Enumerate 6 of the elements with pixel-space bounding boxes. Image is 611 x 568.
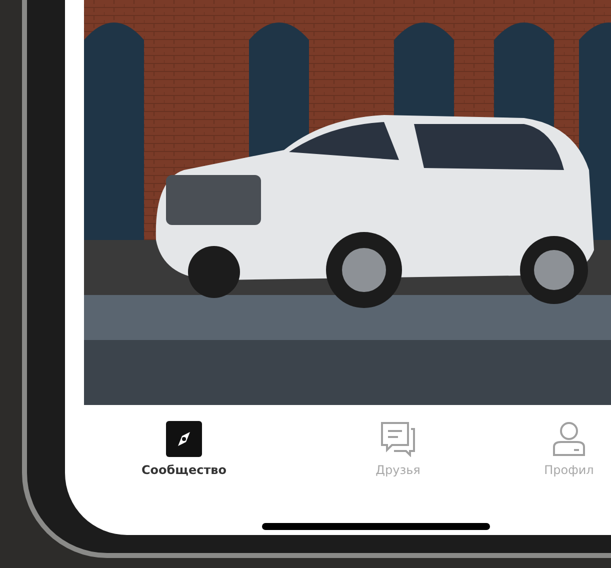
chat-icon xyxy=(380,421,416,457)
compass-icon xyxy=(166,421,202,457)
tab[interactable]: Сообщество xyxy=(104,417,264,481)
tab[interactable]: Профил xyxy=(524,417,611,481)
tab[interactable]: Друзья xyxy=(318,417,478,481)
person-icon xyxy=(551,421,587,457)
